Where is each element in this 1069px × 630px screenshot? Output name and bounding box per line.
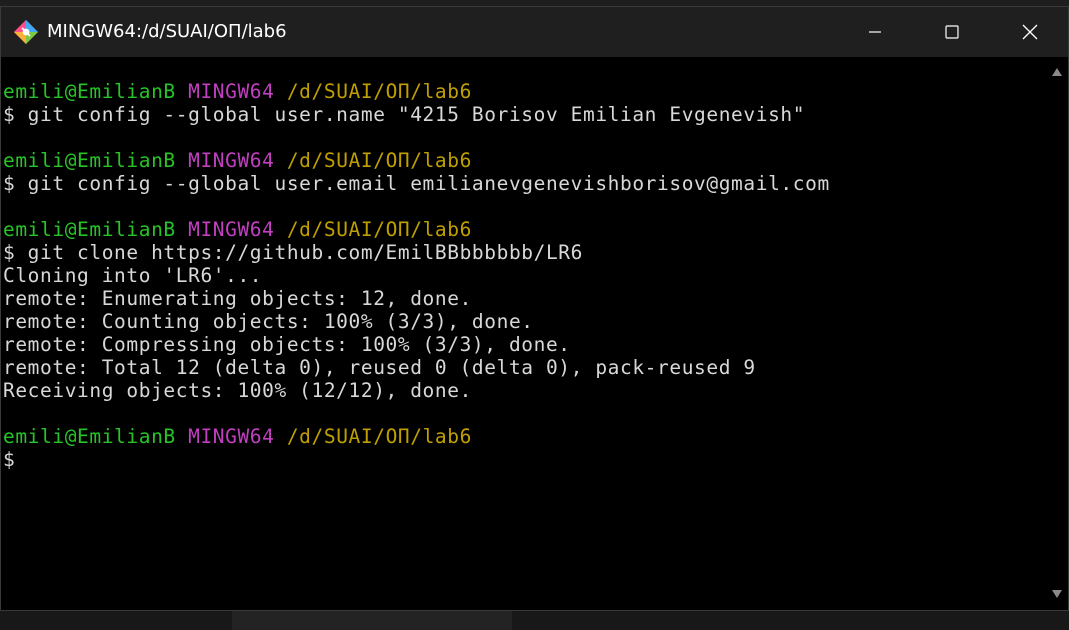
- title-bar[interactable]: MINGW64:/d/SUAI/ОП/lab6: [1, 7, 1068, 57]
- command-line: $ git clone https://github.com/EmilBBbbb…: [3, 241, 583, 264]
- vertical-scrollbar[interactable]: [1046, 57, 1068, 610]
- output-line: Cloning into 'LR6'...: [3, 264, 263, 287]
- output-line: remote: Enumerating objects: 12, done.: [3, 287, 472, 310]
- prompt-line: emili@EmilianB MINGW64 /d/SUAI/ОП/lab6: [3, 218, 472, 241]
- prompt-path: /d/SUAI/ОП/lab6: [286, 218, 472, 241]
- close-icon: [1022, 24, 1037, 40]
- terminal-output-area[interactable]: emili@EmilianB MINGW64 /d/SUAI/ОП/lab6 $…: [1, 57, 1046, 610]
- window-title: MINGW64:/d/SUAI/ОП/lab6: [47, 21, 287, 42]
- scroll-down-icon[interactable]: [1051, 589, 1063, 599]
- prompt-path: /d/SUAI/ОП/lab6: [286, 425, 472, 448]
- background-window-edge: [232, 611, 512, 630]
- maximize-button[interactable]: [912, 7, 992, 57]
- prompt-env: MINGW64: [188, 425, 275, 448]
- prompt-env: MINGW64: [188, 149, 275, 172]
- scroll-up-icon[interactable]: [1051, 67, 1063, 77]
- prompt-line: emili@EmilianB MINGW64 /d/SUAI/ОП/lab6: [3, 80, 472, 103]
- prompt-env: MINGW64: [188, 80, 275, 103]
- command-line: $ git config --global user.name "4215 Bo…: [3, 103, 806, 126]
- git-bash-icon: [14, 20, 38, 44]
- output-line: Receiving objects: 100% (12/12), done.: [3, 379, 472, 402]
- prompt-path: /d/SUAI/ОП/lab6: [286, 149, 472, 172]
- prompt-line: emili@EmilianB MINGW64 /d/SUAI/ОП/lab6: [3, 425, 472, 448]
- close-button[interactable]: [991, 7, 1068, 57]
- command-line: $ git config --global user.email emilian…: [3, 172, 830, 195]
- output-line: remote: Compressing objects: 100% (3/3),…: [3, 333, 571, 356]
- command-line: $: [3, 448, 16, 471]
- minimize-icon: [869, 31, 881, 33]
- terminal-window: MINGW64:/d/SUAI/ОП/lab6 emili@EmilianB M…: [0, 6, 1069, 611]
- minimize-button[interactable]: [835, 7, 915, 57]
- prompt-user-host: emili@EmilianB: [3, 149, 176, 172]
- prompt-user-host: emili@EmilianB: [3, 425, 176, 448]
- prompt-user-host: emili@EmilianB: [3, 80, 176, 103]
- maximize-icon: [945, 25, 959, 39]
- output-line: remote: Total 12 (delta 0), reused 0 (de…: [3, 356, 756, 379]
- desktop-strip-bottom: [0, 611, 1069, 630]
- prompt-line: emili@EmilianB MINGW64 /d/SUAI/ОП/lab6: [3, 149, 472, 172]
- prompt-user-host: emili@EmilianB: [3, 218, 176, 241]
- prompt-env: MINGW64: [188, 218, 275, 241]
- prompt-path: /d/SUAI/ОП/lab6: [286, 80, 472, 103]
- output-line: remote: Counting objects: 100% (3/3), do…: [3, 310, 534, 333]
